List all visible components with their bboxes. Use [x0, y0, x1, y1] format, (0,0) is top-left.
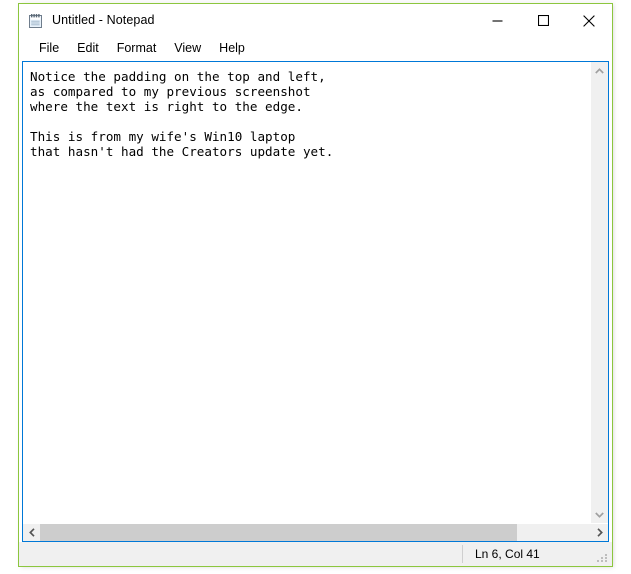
menu-item-help[interactable]: Help [210, 40, 254, 58]
notepad-window: Untitled - Notepad File Edit Format View… [18, 3, 613, 567]
resize-grip[interactable] [597, 552, 609, 564]
status-bar-divider [462, 545, 463, 563]
notepad-icon [28, 13, 44, 29]
scroll-up-button[interactable] [591, 62, 608, 79]
minimize-button[interactable] [474, 4, 520, 37]
close-icon [583, 14, 595, 27]
menu-item-file[interactable]: File [30, 40, 68, 58]
horizontal-scroll-track[interactable] [40, 524, 591, 541]
editor-text[interactable]: Notice the padding on the top and left, … [30, 69, 591, 160]
vertical-scroll-track[interactable] [591, 79, 608, 506]
chevron-right-icon [596, 528, 603, 537]
window-title: Untitled - Notepad [52, 13, 155, 28]
cursor-position-label: Ln 6, Col 41 [475, 547, 540, 561]
chevron-left-icon [28, 528, 35, 537]
window-controls [474, 4, 612, 37]
scroll-down-button[interactable] [591, 506, 608, 523]
maximize-icon [537, 15, 549, 26]
menu-bar: File Edit Format View Help [19, 37, 612, 61]
horizontal-scroll-thumb[interactable] [40, 524, 517, 541]
maximize-button[interactable] [520, 4, 566, 37]
scroll-left-button[interactable] [23, 524, 40, 541]
menu-item-format[interactable]: Format [108, 40, 166, 58]
menu-item-view[interactable]: View [165, 40, 210, 58]
close-button[interactable] [566, 4, 612, 37]
editor-region: Notice the padding on the top and left, … [22, 61, 609, 542]
editor-row: Notice the padding on the top and left, … [23, 62, 608, 523]
horizontal-scrollbar[interactable] [23, 523, 608, 541]
status-bar: Ln 6, Col 41 [19, 542, 612, 566]
vertical-scrollbar[interactable] [591, 62, 608, 523]
scroll-right-button[interactable] [591, 524, 608, 541]
chevron-down-icon [595, 511, 604, 518]
title-bar[interactable]: Untitled - Notepad [19, 4, 612, 37]
menu-item-edit[interactable]: Edit [68, 40, 108, 58]
minimize-icon [492, 20, 502, 22]
chevron-up-icon [595, 67, 604, 74]
text-editor-area[interactable]: Notice the padding on the top and left, … [23, 62, 591, 523]
desktop-background: Untitled - Notepad File Edit Format View… [0, 0, 631, 574]
